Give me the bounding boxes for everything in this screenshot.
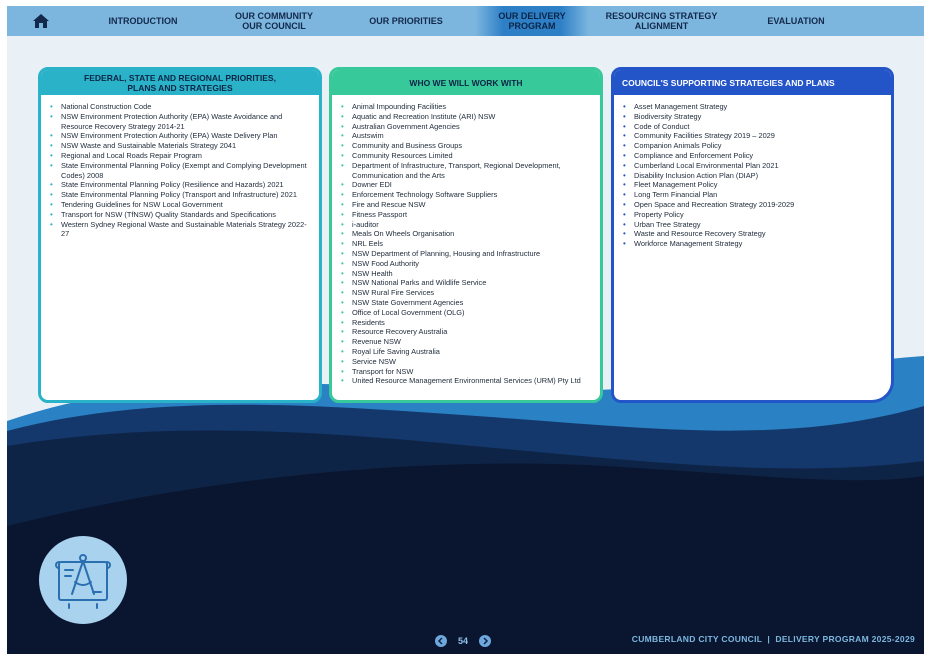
previous-page-button[interactable] xyxy=(435,635,447,647)
list-item: Biodiversity Strategy xyxy=(622,112,883,122)
list-item: State Environmental Planning Policy (Exe… xyxy=(49,161,311,181)
list-item: NRL Eels xyxy=(340,239,592,249)
card-council-supporting-strategies: COUNCIL'S SUPPORTING STRATEGIES AND PLAN… xyxy=(611,67,894,403)
nav-evaluation[interactable]: EVALUATION xyxy=(734,6,858,36)
card-title: COUNCIL'S SUPPORTING STRATEGIES AND PLAN… xyxy=(614,70,891,95)
footer-document-title: CUMBERLAND CITY COUNCIL | DELIVERY PROGR… xyxy=(631,634,915,644)
list-item: Community and Business Groups xyxy=(340,141,592,151)
pagination: 54 xyxy=(435,634,491,648)
list-item: Waste and Resource Recovery Strategy xyxy=(622,229,883,239)
blueprint-compass-icon xyxy=(55,554,111,609)
list-item: Code of Conduct xyxy=(622,122,883,132)
list-item: Residents xyxy=(340,318,592,328)
list-item: Aquatic and Recreation Institute (ARI) N… xyxy=(340,112,592,122)
blueprint-icon-badge xyxy=(39,536,127,624)
list-item: NSW Health xyxy=(340,269,592,279)
list-item: Austswim xyxy=(340,131,592,141)
nav-introduction[interactable]: INTRODUCTION xyxy=(75,6,211,36)
list-item: Transport for NSW (TfNSW) Quality Standa… xyxy=(49,210,311,220)
list-item: Meals On Wheels Organisation xyxy=(340,229,592,239)
list-item: NSW National Parks and Wildlife Service xyxy=(340,278,592,288)
list-item: Enforcement Technology Software Supplier… xyxy=(340,190,592,200)
list-item: Property Policy xyxy=(622,210,883,220)
list-item: Downer EDI xyxy=(340,180,592,190)
card-federal-state-regional: FEDERAL, STATE AND REGIONAL PRIORITIES, … xyxy=(38,67,322,403)
list-item: NSW State Government Agencies xyxy=(340,298,592,308)
list-item: Cumberland Local Environmental Plan 2021 xyxy=(622,161,883,171)
card-list: Animal Impounding FacilitiesAquatic and … xyxy=(332,95,600,386)
list-item: Department of Infrastructure, Transport,… xyxy=(340,161,592,181)
list-item: Western Sydney Regional Waste and Sustai… xyxy=(49,220,311,240)
list-item: State Environmental Planning Policy (Tra… xyxy=(49,190,311,200)
list-item: United Resource Management Environmental… xyxy=(340,376,592,386)
list-item: State Environmental Planning Policy (Res… xyxy=(49,180,311,190)
list-item: Office of Local Government (OLG) xyxy=(340,308,592,318)
card-list: Asset Management StrategyBiodiversity St… xyxy=(614,95,891,249)
list-item: Fleet Management Policy xyxy=(622,180,883,190)
list-item: Asset Management Strategy xyxy=(622,102,883,112)
list-item: NSW Food Authority xyxy=(340,259,592,269)
list-item: Open Space and Recreation Strategy 2019-… xyxy=(622,200,883,210)
home-icon xyxy=(33,14,49,28)
page: INTRODUCTION OUR COMMUNITY OUR COUNCIL O… xyxy=(7,6,924,654)
list-item: Australian Government Agencies xyxy=(340,122,592,132)
list-item: Service NSW xyxy=(340,357,592,367)
list-item: Urban Tree Strategy xyxy=(622,220,883,230)
list-item: Community Resources Limited xyxy=(340,151,592,161)
list-item: Community Facilities Strategy 2019 – 202… xyxy=(622,131,883,141)
nav-resourcing-strategy-alignment[interactable]: RESOURCING STRATEGY ALIGNMENT xyxy=(589,6,734,36)
card-title: FEDERAL, STATE AND REGIONAL PRIORITIES, … xyxy=(41,70,319,95)
list-item: Disability Inclusion Action Plan (DIAP) xyxy=(622,171,883,181)
chevron-left-icon xyxy=(437,637,443,645)
list-item: NSW Rural Fire Services xyxy=(340,288,592,298)
card-who-we-will-work-with: WHO WE WILL WORK WITH Animal Impounding … xyxy=(329,67,603,403)
card-title: WHO WE WILL WORK WITH xyxy=(332,70,600,95)
card-list: National Construction CodeNSW Environmen… xyxy=(41,95,319,239)
list-item: Resource Recovery Australia xyxy=(340,327,592,337)
list-item: Transport for NSW xyxy=(340,367,592,377)
list-item: Long Term Financial Plan xyxy=(622,190,883,200)
list-item: i-auditor xyxy=(340,220,592,230)
page-number: 54 xyxy=(457,636,468,646)
list-item: Companion Animals Policy xyxy=(622,141,883,151)
list-item: NSW Environment Protection Authority (EP… xyxy=(49,112,311,132)
list-item: Fire and Rescue NSW xyxy=(340,200,592,210)
list-item: Compliance and Enforcement Policy xyxy=(622,151,883,161)
nav-our-community-our-council[interactable]: OUR COMMUNITY OUR COUNCIL xyxy=(211,6,337,36)
home-button[interactable] xyxy=(7,6,75,36)
next-page-button[interactable] xyxy=(479,635,491,647)
nav-our-priorities[interactable]: OUR PRIORITIES xyxy=(337,6,475,36)
list-item: National Construction Code xyxy=(49,102,311,112)
list-item: NSW Department of Planning, Housing and … xyxy=(340,249,592,259)
list-item: Tendering Guidelines for NSW Local Gover… xyxy=(49,200,311,210)
chevron-right-icon xyxy=(483,637,489,645)
list-item: Regional and Local Roads Repair Program xyxy=(49,151,311,161)
top-navigation: INTRODUCTION OUR COMMUNITY OUR COUNCIL O… xyxy=(7,6,924,36)
list-item: Fitness Passport xyxy=(340,210,592,220)
list-item: Workforce Management Strategy xyxy=(622,239,883,249)
list-item: NSW Waste and Sustainable Materials Stra… xyxy=(49,141,311,151)
list-item: NSW Environment Protection Authority (EP… xyxy=(49,131,311,141)
list-item: Revenue NSW xyxy=(340,337,592,347)
nav-our-delivery-program[interactable]: OUR DELIVERY PROGRAM xyxy=(475,6,589,36)
list-item: Royal Life Saving Australia xyxy=(340,347,592,357)
list-item: Animal Impounding Facilities xyxy=(340,102,592,112)
